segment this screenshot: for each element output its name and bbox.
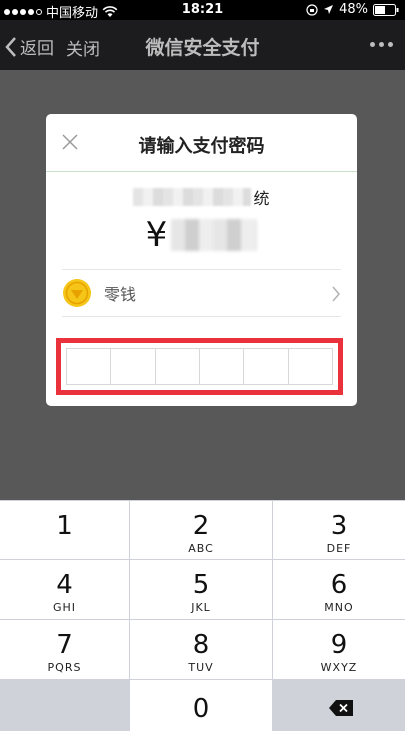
pin-highlight-frame bbox=[56, 338, 343, 395]
battery-percent: 48% bbox=[339, 2, 368, 17]
key-3[interactable]: 3 DEF bbox=[273, 501, 405, 559]
rotation-lock-icon bbox=[306, 3, 318, 16]
nav-bar: 返回 关闭 微信安全支付 bbox=[0, 20, 405, 70]
dialog-title: 请输入支付密码 bbox=[138, 136, 265, 157]
location-arrow-icon bbox=[324, 5, 334, 14]
coin-icon bbox=[63, 279, 91, 307]
numeric-keypad: 1 2 ABC 3 DEF 4 GHI 5 JKL 6 MNO 7 PQRS 8… bbox=[0, 500, 405, 731]
key-letters: WXYZ bbox=[320, 661, 358, 674]
pin-input[interactable] bbox=[66, 348, 333, 385]
key-9[interactable]: 9 WXYZ bbox=[273, 620, 405, 679]
key-digit: 4 bbox=[56, 570, 73, 600]
key-letters: MNO bbox=[324, 601, 354, 614]
key-5[interactable]: 5 JKL bbox=[130, 560, 272, 619]
key-digit: 0 bbox=[192, 694, 210, 724]
currency-symbol: ¥ bbox=[145, 215, 168, 255]
key-letters: PQRS bbox=[47, 661, 82, 674]
key-letters: TUV bbox=[188, 661, 214, 674]
delete-icon bbox=[329, 700, 353, 716]
pin-cell bbox=[289, 349, 332, 384]
pin-cell bbox=[200, 349, 245, 384]
status-bar: 中国移动 18:21 48% bbox=[0, 0, 405, 21]
key-2[interactable]: 2 ABC bbox=[130, 501, 272, 559]
merchant-name: 统 bbox=[46, 186, 357, 208]
key-blank bbox=[0, 680, 129, 731]
more-icon[interactable] bbox=[370, 42, 393, 47]
page-title: 微信安全支付 bbox=[145, 37, 260, 59]
key-letters: ABC bbox=[188, 542, 214, 555]
merchant-name-suffix: 统 bbox=[253, 189, 270, 208]
chevron-right-icon bbox=[332, 286, 341, 302]
status-right: 48% bbox=[306, 2, 399, 17]
pin-cell bbox=[156, 349, 200, 384]
key-digit: 8 bbox=[192, 630, 210, 660]
key-digit: 7 bbox=[56, 630, 73, 660]
payment-method-selector[interactable]: 零钱 bbox=[62, 269, 341, 317]
key-letters: JKL bbox=[191, 601, 211, 614]
key-letters: GHI bbox=[52, 601, 77, 614]
key-6[interactable]: 6 MNO bbox=[273, 560, 405, 619]
amount-redacted bbox=[171, 219, 258, 251]
merchant-name-redacted bbox=[133, 188, 252, 206]
delete-key[interactable] bbox=[273, 680, 405, 731]
key-0[interactable]: 0 bbox=[130, 680, 272, 731]
pin-cell bbox=[111, 349, 156, 384]
key-4[interactable]: 4 GHI bbox=[0, 560, 129, 619]
key-digit: 5 bbox=[192, 570, 210, 600]
payment-amount: ¥ bbox=[46, 214, 357, 256]
key-7[interactable]: 7 PQRS bbox=[0, 620, 129, 679]
key-8[interactable]: 8 TUV bbox=[130, 620, 272, 679]
dialog-header: 请输入支付密码 bbox=[46, 114, 357, 172]
payment-password-dialog: 请输入支付密码 统 ¥ 零钱 bbox=[46, 114, 357, 406]
key-digit: 3 bbox=[330, 511, 348, 541]
key-digit: 9 bbox=[330, 630, 348, 660]
pin-cell bbox=[67, 349, 112, 384]
key-digit: 1 bbox=[56, 511, 73, 541]
key-digit: 2 bbox=[192, 511, 210, 541]
battery-icon bbox=[373, 3, 399, 16]
key-1[interactable]: 1 bbox=[0, 501, 129, 559]
key-digit: 6 bbox=[330, 570, 348, 600]
pin-cell bbox=[244, 349, 289, 384]
payment-method-label: 零钱 bbox=[104, 285, 137, 304]
key-letters: DEF bbox=[326, 542, 352, 555]
